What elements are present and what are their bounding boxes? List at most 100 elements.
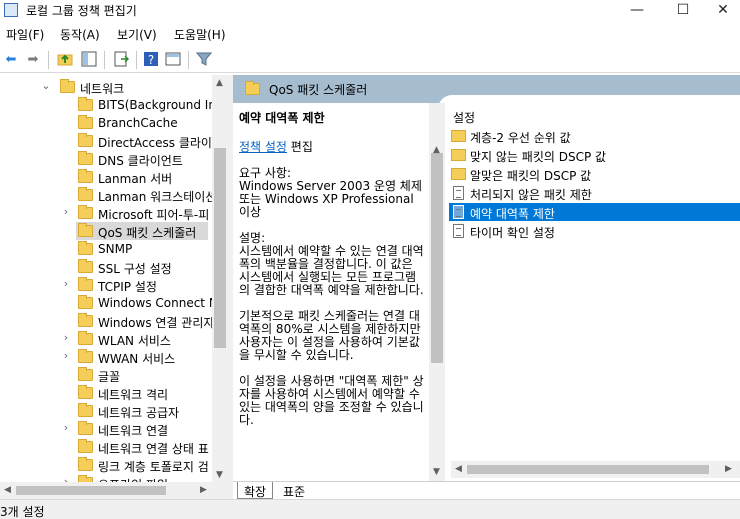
tree-item[interactable]: 네트워크 공급자: [0, 402, 212, 420]
settings-item[interactable]: 알맞은 패킷의 DSCP 값: [449, 165, 740, 183]
description-title: 예약 대역폭 제한: [239, 111, 325, 125]
close-button[interactable]: ✕: [706, 0, 740, 20]
chevron-right-icon[interactable]: ›: [60, 349, 72, 362]
tree-item[interactable]: 네트워크 연결 상태 표: [0, 438, 212, 456]
show-hide-tree-icon[interactable]: [80, 51, 98, 69]
settings-horizontal-scroll-thumb[interactable]: [467, 465, 709, 474]
toolbar-separator: [48, 51, 49, 69]
chevron-right-icon[interactable]: ›: [60, 205, 72, 218]
tree-item[interactable]: › 네트워크 연결: [0, 420, 212, 438]
scroll-down-arrow-icon[interactable]: ▼: [216, 470, 223, 480]
description-paragraph-3: 이 설정을 사용하면 "대역폭 제한" 상자를 사용하여 시스템에서 예약할 수…: [239, 374, 424, 427]
requirements-label: 요구 사항:: [239, 166, 292, 180]
folder-icon: [78, 259, 93, 273]
tree-item-label: WLAN 서비스: [98, 334, 171, 348]
chevron-down-icon[interactable]: ⌄: [40, 79, 52, 92]
tree-item[interactable]: 글꼴: [0, 366, 212, 384]
folder-icon: [78, 97, 93, 111]
settings-item-selected[interactable]: 예약 대역폭 제한: [449, 203, 740, 221]
edit-suffix: 편집: [286, 140, 313, 154]
tree-item[interactable]: DNS 클라이언트: [0, 150, 212, 168]
tree-item-label: 네트워크 공급자: [98, 406, 180, 420]
toolbar-separator: [136, 51, 137, 69]
tree-item-label: 네트워크: [80, 82, 125, 96]
menu-bar: 파일(F) 동작(A) 보기(V) 도움말(H): [0, 24, 740, 44]
scroll-right-arrow-icon[interactable]: ▶: [200, 485, 207, 495]
settings-list: 설정 계층-2 우선 순위 값 맞지 않는 패킷의 DSCP 값 알맞은 패킷의…: [445, 103, 740, 481]
scroll-up-arrow-icon[interactable]: ▲: [433, 145, 440, 155]
tree-item[interactable]: Lanman 서버: [0, 168, 212, 186]
edit-policy-link[interactable]: 정책 설정: [239, 140, 287, 154]
settings-item-label: 알맞은 패킷의 DSCP 값: [470, 169, 592, 183]
properties-icon[interactable]: [164, 51, 182, 69]
tree-item[interactable]: SNMP: [0, 240, 212, 258]
chevron-right-icon[interactable]: ›: [60, 277, 72, 290]
policy-setting-icon: [453, 224, 464, 238]
tree-item[interactable]: Windows 연결 관리자: [0, 312, 212, 330]
tree-item[interactable]: BranchCache: [0, 114, 212, 132]
tree-item-selected[interactable]: QoS 패킷 스케줄러: [76, 222, 208, 240]
settings-item-label: 계층-2 우선 순위 값: [470, 131, 571, 145]
tree-item-label: Lanman 워크스테이션: [98, 190, 212, 204]
folder-icon: [60, 79, 75, 93]
description-paragraph-2: 기본적으로 패킷 스케줄러는 연결 대역폭의 80%로 시스템을 제한하지만 사…: [239, 309, 421, 362]
scroll-up-arrow-icon[interactable]: ▲: [216, 78, 223, 88]
settings-item[interactable]: 계층-2 우선 순위 값: [449, 127, 740, 145]
toolbar-separator: [188, 51, 189, 69]
folder-icon: [78, 331, 93, 345]
policy-setting-icon: [453, 186, 464, 200]
settings-item[interactable]: 맞지 않는 패킷의 DSCP 값: [449, 146, 740, 164]
scroll-down-arrow-icon[interactable]: ▼: [433, 467, 440, 477]
maximize-button[interactable]: ☐: [660, 0, 706, 20]
menu-file[interactable]: 파일(F): [6, 26, 44, 43]
tree-item[interactable]: 링크 계층 토폴로지 검: [0, 456, 212, 474]
forward-arrow-icon[interactable]: ➡: [24, 51, 42, 69]
tree-item[interactable]: DirectAccess 클라이언: [0, 132, 212, 150]
menu-view[interactable]: 보기(V): [117, 26, 157, 43]
chevron-right-icon[interactable]: ›: [60, 331, 72, 344]
description-scroll-thumb[interactable]: [431, 153, 443, 363]
tab-standard[interactable]: 표준: [277, 482, 311, 499]
tree-item[interactable]: 네트워크 격리: [0, 384, 212, 402]
folder-icon: [451, 168, 466, 180]
settings-column-header[interactable]: 설정: [453, 109, 475, 126]
tab-extended[interactable]: 확장: [237, 482, 274, 499]
settings-item-label: 맞지 않는 패킷의 DSCP 값: [470, 150, 607, 164]
tree-item-label: DNS 클라이언트: [98, 154, 183, 168]
tree-item[interactable]: Lanman 워크스테이션: [0, 186, 212, 204]
scroll-right-arrow-icon[interactable]: ▶: [725, 464, 732, 474]
tree-horizontal-scroll-thumb[interactable]: [16, 486, 166, 495]
description-panel: 예약 대역폭 제한 정책 설정 편집 요구 사항: Windows Server …: [233, 103, 429, 481]
tree-vertical-scroll-thumb[interactable]: [214, 148, 226, 348]
tree-item-label: SNMP: [98, 242, 133, 256]
tree-item[interactable]: BITS(Background Inte: [0, 96, 212, 114]
tree-item[interactable]: Windows Connect N: [0, 294, 212, 312]
filter-icon[interactable]: [195, 51, 213, 69]
tree-item-label: DirectAccess 클라이언: [98, 136, 212, 150]
menu-help[interactable]: 도움말(H): [174, 26, 226, 43]
up-folder-icon[interactable]: [56, 51, 74, 69]
help-icon[interactable]: ?: [142, 51, 160, 69]
tree-item[interactable]: ⌄ 네트워크: [0, 78, 212, 96]
tree-item-label: 링크 계층 토폴로지 검: [98, 460, 209, 474]
back-arrow-icon[interactable]: ⬅: [2, 51, 20, 69]
minimize-button[interactable]: —: [614, 0, 660, 20]
menu-action[interactable]: 동작(A): [60, 26, 100, 43]
settings-item[interactable]: 타이머 확인 설정: [449, 222, 740, 240]
tree-item[interactable]: SSL 구성 설정: [0, 258, 212, 276]
tree-item-label: Windows 연결 관리자: [98, 316, 212, 330]
chevron-right-icon[interactable]: ›: [60, 421, 72, 434]
scroll-left-arrow-icon[interactable]: ◀: [455, 464, 462, 474]
folder-icon: [78, 295, 93, 309]
tree-item[interactable]: › WLAN 서비스: [0, 330, 212, 348]
settings-item[interactable]: 처리되지 않은 패킷 제한: [449, 184, 740, 202]
tree-item[interactable]: › WWAN 서비스: [0, 348, 212, 366]
scroll-left-arrow-icon[interactable]: ◀: [4, 485, 11, 495]
folder-icon: [78, 277, 93, 291]
tree-item[interactable]: › TCPIP 설정: [0, 276, 212, 294]
export-list-icon[interactable]: [112, 51, 130, 69]
tree-item[interactable]: › Microsoft 피어-투-피: [0, 204, 212, 222]
folder-icon: [78, 439, 93, 453]
tree-item-label: QoS 패킷 스케줄러: [98, 226, 197, 240]
folder-icon: [78, 349, 93, 363]
